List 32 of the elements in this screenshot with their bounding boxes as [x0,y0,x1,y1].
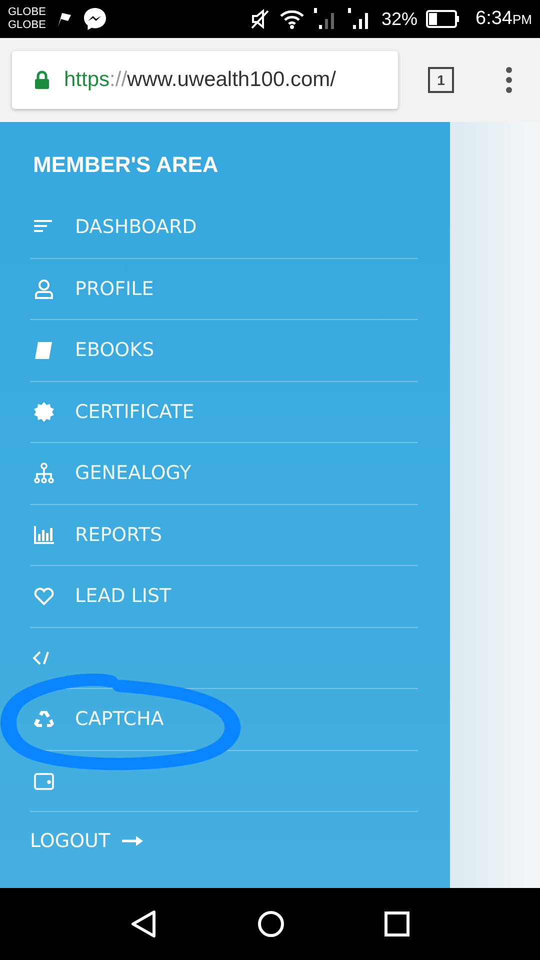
wifi-icon [279,8,306,30]
battery-level: 32% [381,8,418,30]
logout-link[interactable]: LOGOUT [0,812,450,852]
carrier-name: GLOBE [8,19,46,32]
menu-item[interactable]: EBOOKS [30,320,418,382]
home-icon[interactable] [256,910,285,938]
battery-icon [426,10,460,28]
bar-chart-icon [33,524,55,546]
messenger-icon [82,6,108,32]
drawer-title: MEMBER'S AREA [32,151,220,179]
heart-icon [33,585,55,608]
tab-count-button[interactable]: 1 [428,67,454,93]
menu-item[interactable]: CERTIFICATE [30,382,418,443]
menu-item[interactable]: LEAD LIST [30,566,418,628]
back-icon[interactable] [130,909,158,939]
mute-icon [249,8,272,30]
menu-icon[interactable] [504,66,514,94]
menu-item[interactable]: DASHBOARD [30,197,418,258]
hierarchy-icon [33,462,55,484]
menu-item[interactable]: REPORTS [30,504,418,566]
recents-icon[interactable] [384,911,410,937]
person-icon [33,278,55,300]
address-bar[interactable]: https://www.uwealth100.com/ [12,51,398,109]
menu-item[interactable]: PROFILE [30,258,418,320]
arrow-right-icon [122,835,144,847]
menu-item[interactable]: CAPTCHA [30,689,418,750]
clock: 6:34PM [476,8,532,30]
badge-icon [33,400,55,423]
menu-item[interactable]: GENEALOGY [30,443,418,504]
carrier-name: GLOBE [8,6,46,19]
lock-icon [34,70,50,90]
book-icon [33,339,55,362]
